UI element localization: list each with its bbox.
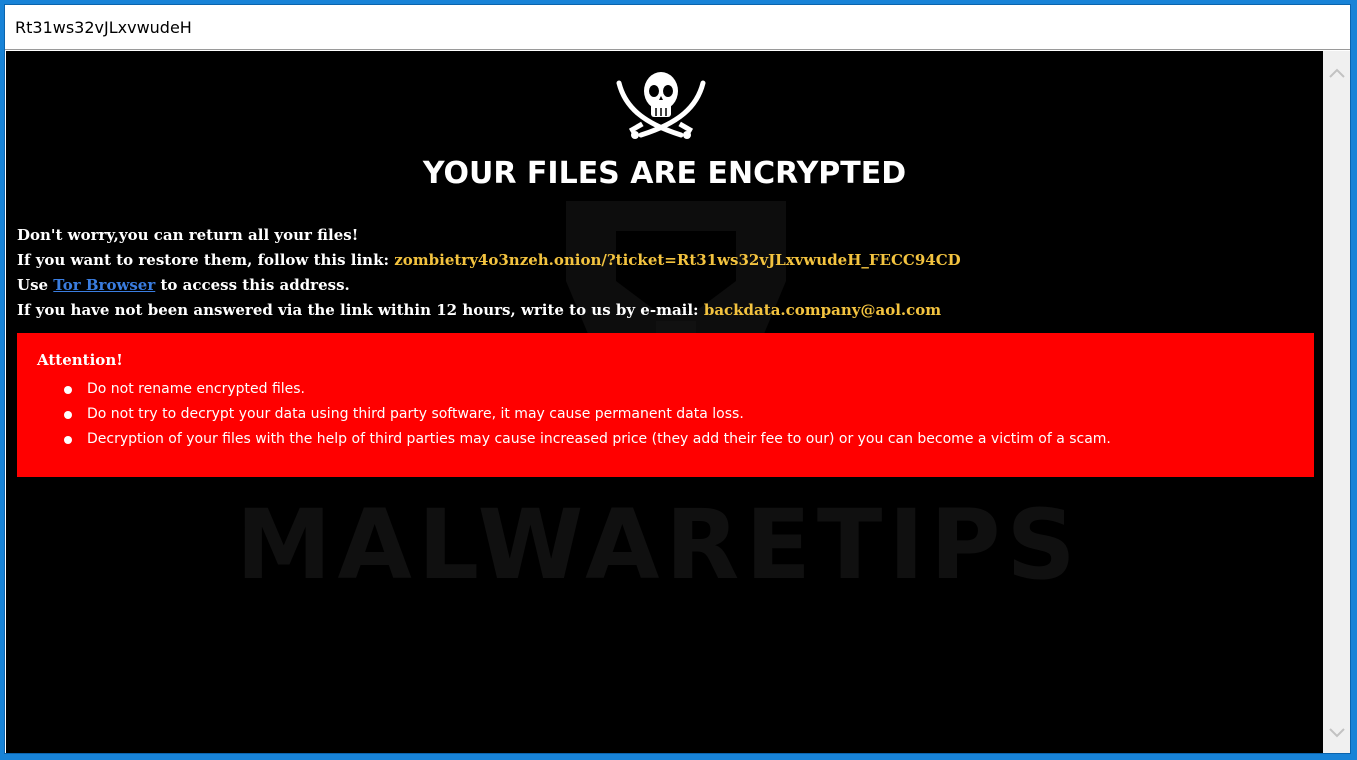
- restore-line-text: If you want to restore them, follow this…: [17, 251, 395, 269]
- attention-item: Do not try to decrypt your data using th…: [37, 402, 1294, 427]
- restore-line: If you want to restore them, follow this…: [17, 248, 961, 273]
- ransom-note-window: Rt31ws32vJLxvwudeH MALWARETIPS YOUR FILE…: [4, 4, 1351, 754]
- reassurance-line: Don't worry,you can return all your file…: [17, 226, 359, 244]
- window-titlebar[interactable]: Rt31ws32vJLxvwudeH: [5, 5, 1350, 50]
- headline: YOUR FILES ARE ENCRYPTED: [422, 156, 907, 191]
- tor-line: Use Tor Browser to access this address.: [17, 273, 961, 298]
- chevron-up-icon[interactable]: [1323, 61, 1350, 85]
- tor-line-prefix: Use: [17, 276, 54, 294]
- watermark-text: MALWARETIPS: [236, 489, 1082, 601]
- attention-item: Decryption of your files with the help o…: [37, 427, 1294, 452]
- skull-crossed-swords-icon: [616, 72, 706, 139]
- onion-link: zombietry4o3nzeh.onion/?ticket=Rt31ws32v…: [394, 251, 961, 269]
- window-title: Rt31ws32vJLxvwudeH: [15, 17, 192, 37]
- tor-browser-link[interactable]: Tor Browser: [53, 276, 155, 294]
- attention-item: Do not rename encrypted files.: [37, 377, 1294, 402]
- attention-list: Do not rename encrypted files. Do not tr…: [37, 377, 1294, 452]
- attention-box: Attention! Do not rename encrypted files…: [17, 333, 1314, 477]
- tor-line-suffix: to access this address.: [155, 276, 350, 294]
- ransom-note-content: MALWARETIPS YOUR FILES ARE ENCRYPTED Don…: [6, 51, 1323, 753]
- info-block: Don't worry,you can return all your file…: [17, 223, 961, 323]
- attention-title: Attention!: [37, 351, 123, 369]
- contact-email: backdata.company@aol.com: [703, 301, 942, 319]
- email-line-text: If you have not been answered via the li…: [17, 301, 704, 319]
- vertical-scrollbar[interactable]: [1323, 51, 1350, 753]
- email-line: If you have not been answered via the li…: [17, 298, 961, 323]
- chevron-down-icon[interactable]: [1323, 721, 1350, 745]
